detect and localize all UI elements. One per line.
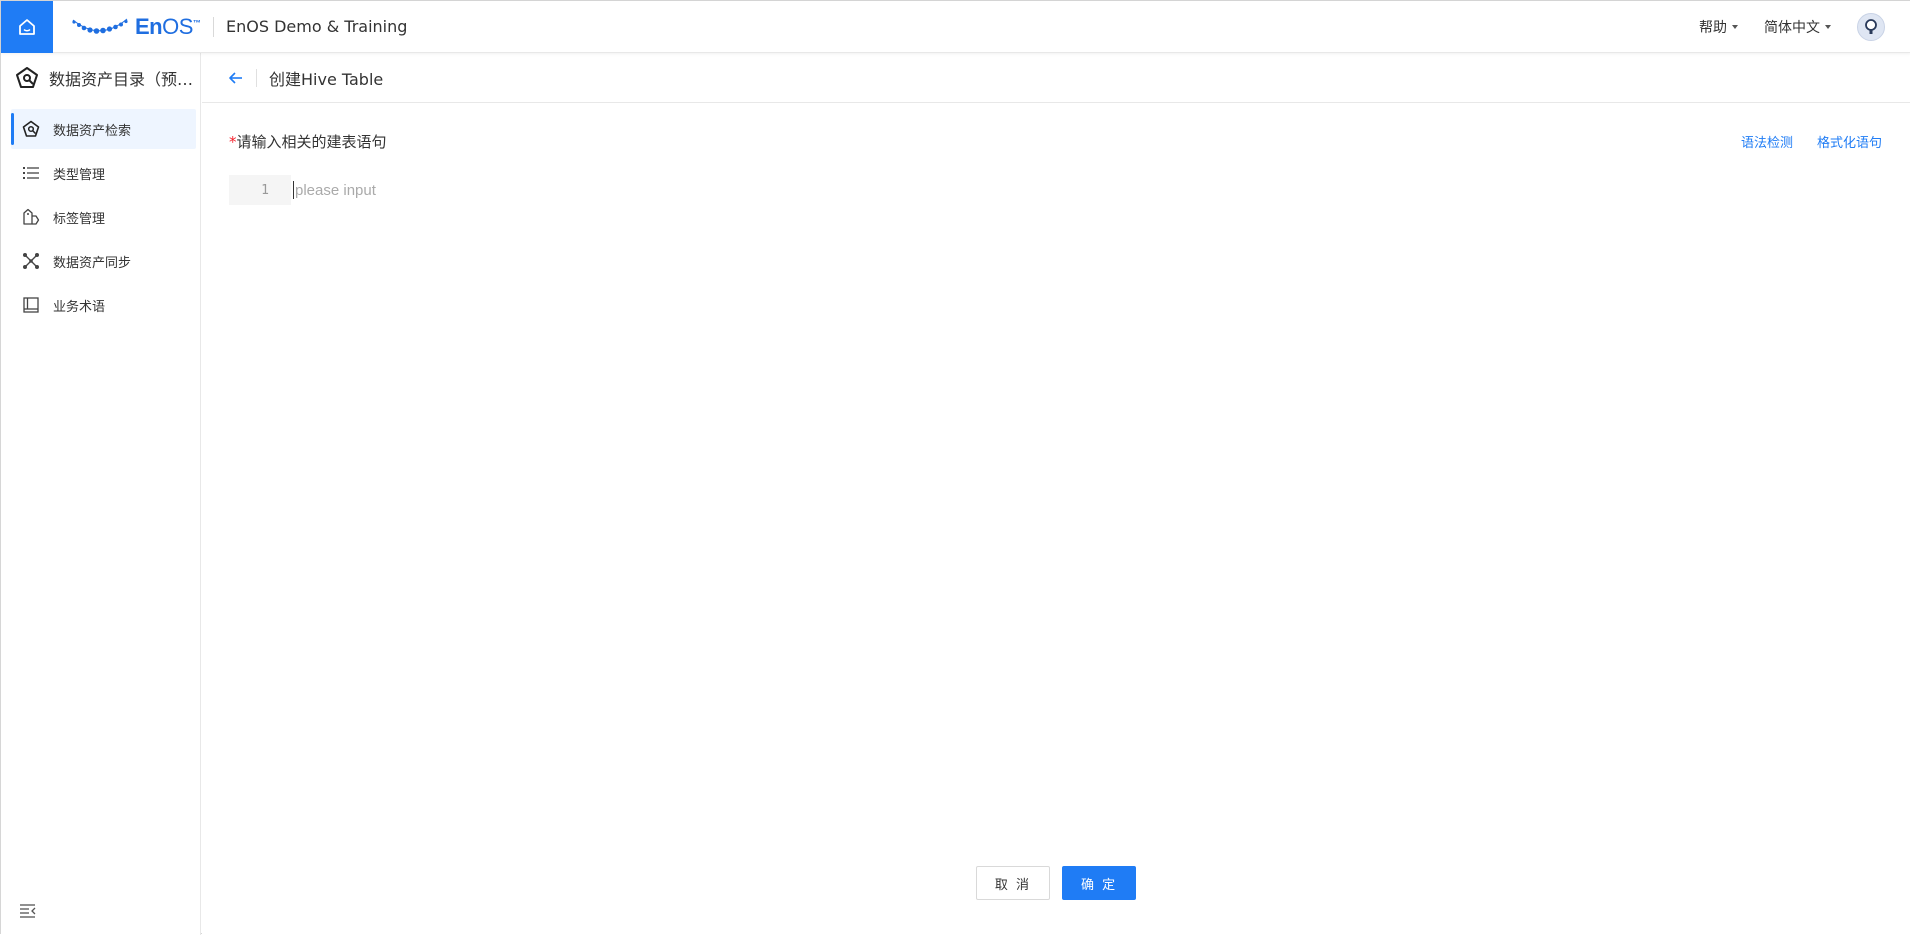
divider (213, 17, 214, 37)
language-menu[interactable]: 简体中文 (1764, 17, 1831, 37)
sidebar-item-business-terms[interactable]: 业务术语 (11, 285, 196, 325)
sidebar-item-label: 类型管理 (53, 167, 106, 183)
sidebar-item-label: 数据资产检索 (53, 123, 132, 139)
app-window: EnOS™ EnOS Demo & Training 帮助 简体中文 数据资产目… (0, 0, 1910, 935)
cancel-button[interactable]: 取 消 (975, 866, 1050, 900)
form-actions: 取 消 确 定 (202, 865, 1910, 901)
page-title: 创建Hive Table (269, 69, 384, 89)
sidebar: 数据资产目录（预览版） 数据资产检索 (1, 53, 201, 935)
confirm-button[interactable]: 确 定 (1062, 866, 1137, 900)
form-area: *请输入相关的建表语句 语法检测 格式化语句 1 (202, 123, 1910, 205)
help-label: 帮助 (1699, 20, 1727, 36)
app-name: EnOS Demo & Training (226, 17, 408, 36)
text-cursor (293, 181, 294, 199)
format-statement-button[interactable]: 格式化语句 (1817, 132, 1882, 151)
tag-icon (21, 207, 41, 227)
arrow-left-icon (229, 71, 242, 84)
sql-editor[interactable]: 1 (229, 175, 1882, 205)
sidebar-item-type-management[interactable]: 类型管理 (11, 153, 196, 193)
logo-dots-icon (72, 18, 128, 34)
sidebar-item-label: 标签管理 (53, 211, 106, 227)
data-catalog-icon (16, 67, 38, 88)
logo-wordmark: EnOS™ (135, 14, 201, 39)
home-button[interactable] (1, 1, 53, 53)
field-label-text: 请输入相关的建表语句 (236, 132, 387, 151)
avatar[interactable] (1857, 13, 1885, 41)
main-content: 创建Hive Table *请输入相关的建表语句 语法检测 格式化语句 1 取 … (202, 53, 1910, 934)
sidebar-item-asset-sync[interactable]: 数据资产同步 (11, 241, 196, 281)
user-icon (1865, 19, 1877, 34)
enos-logo: EnOS™ (71, 11, 201, 43)
page-header: 创建Hive Table (202, 53, 1910, 103)
sidebar-title: 数据资产目录（预览版） (49, 70, 199, 89)
top-bar: EnOS™ EnOS Demo & Training 帮助 简体中文 (1, 1, 1910, 53)
sidebar-nav: 数据资产检索 类型管理 标签管理 数据资产同步 业务术语 (1, 109, 200, 325)
back-button[interactable] (228, 70, 244, 86)
collapse-menu-icon (20, 904, 36, 918)
sidebar-header: 数据资产目录（预览版） (1, 53, 200, 103)
line-number: 1 (229, 175, 291, 205)
sidebar-item-tag-management[interactable]: 标签管理 (11, 197, 196, 237)
code-line[interactable] (291, 175, 1882, 205)
list-icon (21, 163, 41, 183)
field-row: *请输入相关的建表语句 语法检测 格式化语句 (229, 123, 1882, 159)
caret-down-icon (1732, 25, 1738, 29)
caret-down-icon (1825, 25, 1831, 29)
sql-input[interactable] (295, 181, 1882, 199)
help-menu[interactable]: 帮助 (1699, 17, 1738, 37)
asset-search-icon (21, 119, 41, 139)
home-icon (19, 19, 35, 35)
book-icon (21, 295, 41, 315)
sidebar-item-label: 数据资产同步 (53, 255, 132, 271)
required-mark: * (229, 132, 237, 151)
divider (256, 68, 257, 87)
sidebar-item-asset-search[interactable]: 数据资产检索 (11, 109, 196, 149)
sidebar-item-label: 业务术语 (53, 299, 106, 315)
language-label: 简体中文 (1764, 20, 1820, 36)
sync-nodes-icon (21, 251, 41, 271)
field-label: *请输入相关的建表语句 (229, 131, 387, 152)
collapse-sidebar-button[interactable] (19, 903, 37, 919)
syntax-check-button[interactable]: 语法检测 (1741, 132, 1793, 151)
